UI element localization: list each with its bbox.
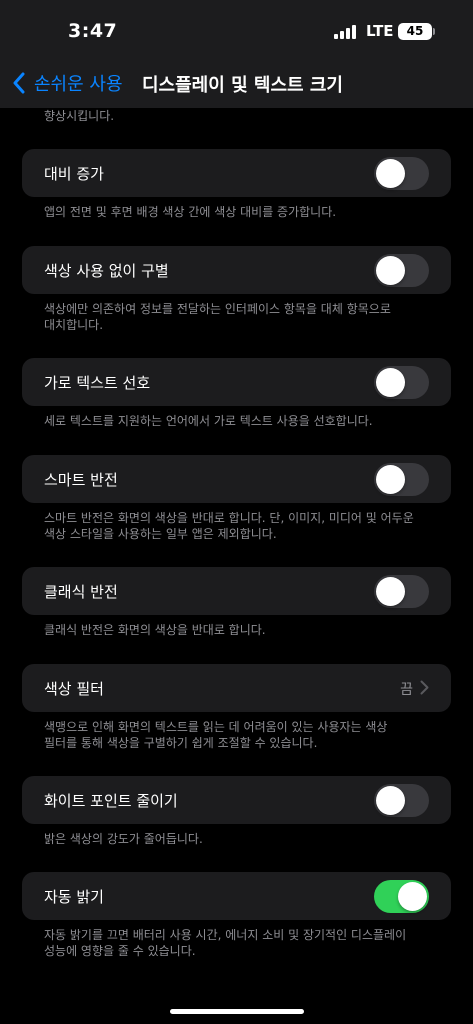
row-label: 색상 필터 bbox=[44, 680, 104, 698]
toggle-knob bbox=[376, 786, 405, 815]
cellular-signal-icon bbox=[334, 25, 358, 39]
toggle-knob bbox=[398, 882, 427, 911]
reduce-white-point-toggle[interactable] bbox=[374, 784, 429, 817]
section-footer: 자동 밝기를 끄면 배터리 사용 시간, 에너지 소비 및 장기적인 디스플레이… bbox=[44, 927, 444, 959]
footer-line: 자동 밝기를 끄면 배터리 사용 시간, 에너지 소비 및 장기적인 디스플레이 bbox=[44, 928, 407, 942]
footer-line: 스마트 반전은 화면의 색상을 반대로 합니다. 단, 이미지, 미디어 및 어… bbox=[44, 511, 414, 525]
footer-line: 대치합니다. bbox=[44, 318, 104, 332]
toggle-knob bbox=[376, 159, 405, 188]
classic-invert-row[interactable]: 클래식 반전 bbox=[22, 567, 451, 615]
row-label: 스마트 반전 bbox=[44, 471, 118, 489]
classic-invert-toggle[interactable] bbox=[374, 575, 429, 608]
increase-contrast-row[interactable]: 대비 증가 bbox=[22, 149, 451, 197]
section-footer: 스마트 반전은 화면의 색상을 반대로 합니다. 단, 이미지, 미디어 및 어… bbox=[44, 510, 444, 542]
footer-line: 색상에만 의존하여 정보를 전달하는 인터페이스 항목을 대체 항목으로 bbox=[44, 302, 391, 316]
differentiate-without-color-toggle[interactable] bbox=[374, 254, 429, 287]
footer-line: 필터를 통해 색상을 구별하기 쉽게 조절할 수 있습니다. bbox=[44, 736, 318, 750]
prefer-horizontal-text-row[interactable]: 가로 텍스트 선호 bbox=[22, 358, 451, 406]
battery-icon: 45 bbox=[398, 23, 432, 40]
home-indicator[interactable] bbox=[170, 1009, 304, 1014]
section-footer: 향상시킵니다. bbox=[44, 109, 115, 123]
row-label: 클래식 반전 bbox=[44, 583, 118, 601]
navigation-bar: 손쉬운 사용 디스플레이 및 텍스트 크기 bbox=[0, 60, 473, 108]
row-label: 색상 사용 없이 구별 bbox=[44, 262, 169, 280]
section-footer: 세로 텍스트를 지원하는 언어에서 가로 텍스트 사용을 선호합니다. bbox=[44, 414, 373, 428]
color-filters-value: 끔 bbox=[400, 682, 413, 698]
status-bar: 3:47 LTE 45 bbox=[0, 0, 473, 60]
battery-tip bbox=[433, 28, 435, 35]
color-filters-row[interactable]: 색상 필터 끔 bbox=[22, 664, 451, 712]
page-title: 디스플레이 및 텍스트 크기 bbox=[142, 75, 343, 96]
network-type: LTE bbox=[366, 22, 394, 40]
toggle-knob bbox=[376, 368, 405, 397]
footer-line: 성능에 영향을 줄 수 있습니다. bbox=[44, 944, 196, 958]
row-label: 대비 증가 bbox=[44, 165, 104, 183]
auto-brightness-row[interactable]: 자동 밝기 bbox=[22, 872, 451, 920]
section-footer: 색맹으로 인해 화면의 텍스트를 읽는 데 어려움이 있는 사용자는 색상 필터… bbox=[44, 719, 444, 751]
smart-invert-row[interactable]: 스마트 반전 bbox=[22, 455, 451, 503]
differentiate-without-color-row[interactable]: 색상 사용 없이 구별 bbox=[22, 246, 451, 294]
row-label: 자동 밝기 bbox=[44, 888, 104, 906]
toggle-knob bbox=[376, 465, 405, 494]
auto-brightness-toggle[interactable] bbox=[374, 880, 429, 913]
chevron-right-icon bbox=[420, 680, 429, 695]
back-button[interactable]: 손쉬운 사용 bbox=[12, 70, 123, 96]
increase-contrast-toggle[interactable] bbox=[374, 157, 429, 190]
toggle-knob bbox=[376, 577, 405, 606]
section-footer: 앱의 전면 및 후면 배경 색상 간에 색상 대비를 증가합니다. bbox=[44, 205, 337, 219]
smart-invert-toggle[interactable] bbox=[374, 463, 429, 496]
settings-list[interactable]: 향상시킵니다. 대비 증가 앱의 전면 및 후면 배경 색상 간에 색상 대비를… bbox=[0, 108, 473, 1024]
footer-line: 색맹으로 인해 화면의 텍스트를 읽는 데 어려움이 있는 사용자는 색상 bbox=[44, 720, 388, 734]
reduce-white-point-row[interactable]: 화이트 포인트 줄이기 bbox=[22, 776, 451, 824]
footer-line: 색상 스타일을 사용하는 일부 앱은 제외합니다. bbox=[44, 527, 277, 541]
section-footer: 클래식 반전은 화면의 색상을 반대로 합니다. bbox=[44, 623, 266, 637]
prefer-horizontal-text-toggle[interactable] bbox=[374, 366, 429, 399]
status-time: 3:47 bbox=[68, 20, 118, 42]
section-footer: 밝은 색상의 강도가 줄어듭니다. bbox=[44, 832, 203, 846]
chevron-left-icon bbox=[13, 72, 25, 94]
toggle-knob bbox=[376, 256, 405, 285]
back-button-label: 손쉬운 사용 bbox=[34, 74, 123, 95]
row-label: 가로 텍스트 선호 bbox=[44, 374, 151, 392]
row-label: 화이트 포인트 줄이기 bbox=[44, 792, 178, 810]
section-footer: 색상에만 의존하여 정보를 전달하는 인터페이스 항목을 대체 항목으로 대치합… bbox=[44, 301, 444, 333]
